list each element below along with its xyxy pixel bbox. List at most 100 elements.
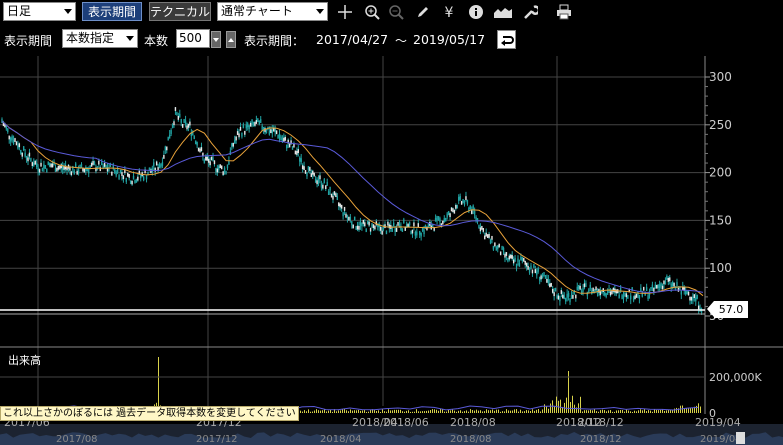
candle-body: [471, 210, 473, 215]
volume-bar: [628, 410, 629, 413]
candle-body: [153, 162, 155, 167]
candle-body: [521, 257, 524, 261]
volume-bar: [436, 409, 437, 413]
volume-bar: [380, 411, 381, 413]
volume-bar: [608, 410, 609, 413]
volume-bar: [422, 411, 423, 413]
candle-body: [115, 171, 117, 176]
wrench-icon[interactable]: [520, 2, 540, 21]
candle-body: [664, 280, 667, 285]
volume-bar: [572, 395, 573, 413]
volume-bar: [614, 411, 615, 413]
candle-body: [352, 224, 354, 229]
volume-bar: [530, 410, 531, 413]
count-down-button[interactable]: [211, 31, 221, 48]
candle-body: [465, 196, 467, 201]
candle-body: [254, 122, 256, 126]
volume-bar: [488, 410, 489, 413]
zoom-out-icon[interactable]: [386, 2, 406, 21]
volume-bar: [630, 411, 631, 413]
candle-body: [452, 208, 454, 213]
volume-bar: [506, 409, 507, 413]
candle-body: [251, 119, 253, 124]
candle-body: [128, 173, 130, 178]
candle-body: [278, 133, 281, 138]
candle-body: [497, 245, 499, 249]
volume-bar: [624, 411, 625, 413]
candle-body: [317, 179, 320, 184]
volume-bar: [602, 409, 603, 413]
candle-body: [270, 129, 272, 134]
volume-bar: [350, 409, 351, 413]
candle-body: [316, 180, 318, 185]
candle-body: [24, 152, 26, 157]
candle-body: [559, 297, 561, 302]
candle-body: [634, 295, 636, 300]
technical-button[interactable]: テクニカル: [149, 2, 211, 21]
volume-bar: [308, 409, 309, 413]
zoom-in-icon[interactable]: [362, 2, 382, 21]
volume-bar: [336, 411, 337, 413]
candle-body: [335, 193, 337, 198]
candle-body: [252, 121, 255, 126]
volume-bar: [356, 410, 357, 413]
volume-bar: [358, 409, 359, 413]
chart-type-select[interactable]: 通常チャート: [217, 2, 328, 21]
candle-body: [297, 149, 299, 153]
period-button[interactable]: 表示期間: [82, 2, 142, 21]
candle-body: [338, 202, 340, 207]
volume-bar: [536, 409, 537, 413]
yen-icon[interactable]: ¥: [439, 2, 459, 21]
volume-bar: [664, 410, 665, 413]
volume-bar: [458, 410, 459, 413]
crosshair-icon[interactable]: [335, 2, 355, 21]
count-up-button[interactable]: [226, 31, 236, 48]
volume-bar: [612, 411, 613, 413]
candle-body: [362, 219, 365, 224]
candle-body: [83, 168, 86, 173]
candle-body: [550, 282, 552, 287]
chart-area-icon[interactable]: [492, 2, 514, 21]
candle-body: [231, 142, 233, 147]
candle-body: [93, 161, 96, 166]
volume-bar: [412, 411, 413, 413]
print-icon[interactable]: [554, 2, 574, 21]
candle-body: [599, 291, 602, 296]
volume-bar: [640, 409, 641, 413]
candle-body: [505, 252, 508, 256]
navigator-tick-label: 2018/12: [580, 434, 622, 445]
period-mode-select[interactable]: 本数指定: [62, 29, 138, 48]
navigator-handle[interactable]: [736, 432, 745, 444]
candle-body: [635, 294, 638, 298]
volume-bar: [418, 411, 419, 413]
candle-body: [492, 245, 495, 250]
candle-body: [523, 257, 525, 262]
count-input[interactable]: 500: [176, 29, 210, 48]
candle-body: [504, 253, 506, 258]
volume-bar: [332, 411, 333, 413]
candle-body: [327, 191, 330, 196]
volume-bar: [504, 411, 505, 413]
interval-select[interactable]: 日足: [3, 2, 76, 21]
candle-body: [179, 113, 181, 118]
candle-body: [349, 216, 352, 221]
candle-body: [663, 280, 665, 285]
candle-body: [220, 165, 223, 170]
candle-body: [125, 177, 128, 182]
candle-body: [653, 287, 655, 292]
pencil-icon[interactable]: [413, 2, 433, 21]
volume-bar: [524, 411, 525, 413]
candle-body: [447, 210, 450, 215]
candle-body: [413, 222, 415, 227]
reset-range-button[interactable]: [497, 30, 516, 49]
navigator-tick-label: 2019/04: [700, 434, 742, 445]
info-icon[interactable]: [466, 2, 486, 21]
price-chart[interactable]: 30025020015010050 200,000K0 2017/062017/…: [0, 56, 783, 445]
candle-body: [392, 222, 395, 227]
volume-bar: [620, 409, 621, 413]
candle-body: [210, 156, 213, 161]
candle-body: [121, 172, 123, 176]
volume-bar: [486, 409, 487, 413]
candle-body: [119, 169, 122, 174]
candle-body: [17, 144, 19, 149]
